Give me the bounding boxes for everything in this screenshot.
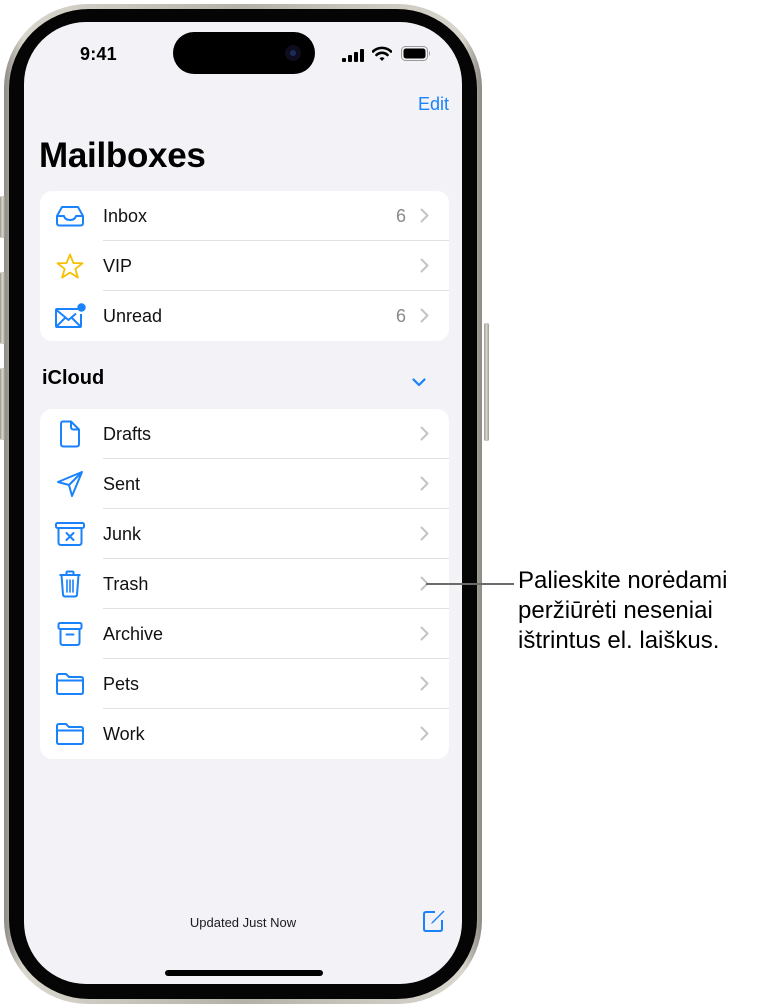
unread-envelope-icon [54, 302, 86, 330]
action-button [0, 196, 5, 238]
folder-icon [54, 720, 86, 748]
battery-icon [401, 46, 430, 61]
chevron-right-icon [420, 208, 429, 223]
update-status: Updated Just Now [189, 915, 297, 930]
paperplane-icon [54, 470, 86, 498]
mailbox-label: Inbox [103, 205, 148, 226]
document-icon [54, 420, 86, 448]
unread-count: 6 [395, 205, 406, 226]
unread-count: 6 [395, 305, 406, 326]
callout-text: Palieskite norėdami peržiūrėti neseniai … [518, 566, 727, 656]
star-icon [54, 252, 86, 280]
icloud-section-header[interactable]: iCloud [42, 367, 104, 390]
dynamic-island [173, 32, 315, 74]
mailbox-label: Unread [103, 305, 163, 326]
volume-up-button [0, 272, 5, 344]
mailbox-row-vip[interactable]: VIP [40, 241, 449, 291]
mailbox-label: Junk [103, 523, 142, 544]
folder-icon [54, 670, 86, 698]
mailbox-label: Work [103, 723, 145, 744]
status-time: 9:41 [80, 44, 117, 64]
junk-bin-icon [54, 520, 86, 548]
compose-icon[interactable] [422, 909, 446, 933]
chevron-right-icon [420, 526, 429, 541]
mailbox-row-inbox[interactable]: Inbox 6 [40, 191, 449, 241]
chevron-right-icon [420, 626, 429, 641]
chevron-right-icon [420, 308, 429, 323]
mailbox-row-junk[interactable]: Junk [40, 509, 449, 559]
camera-icon [285, 45, 301, 61]
tray-icon [54, 202, 86, 230]
chevron-down-icon[interactable] [412, 378, 426, 387]
chevron-right-icon [420, 476, 429, 491]
main-mailboxes-group: Inbox 6 VIP Unread 6 [40, 191, 449, 341]
callout-line: peržiūrėti neseniai [518, 597, 713, 624]
mailbox-row-trash[interactable]: Trash [40, 559, 449, 609]
mailbox-label: Archive [103, 623, 164, 644]
chevron-right-icon [420, 258, 429, 273]
volume-down-button [0, 368, 5, 440]
chevron-right-icon [420, 676, 429, 691]
mailbox-label: VIP [103, 255, 133, 276]
mailbox-label: Trash [103, 573, 149, 594]
mailbox-row-pets[interactable]: Pets [40, 659, 449, 709]
mailbox-label: Drafts [103, 423, 152, 444]
mailbox-label: Sent [103, 473, 141, 494]
icloud-mailboxes-group: Drafts Sent Junk Trash Archive Pets Work [40, 409, 449, 759]
callout-line: ištrintus el. laiškus. [518, 627, 720, 654]
screen: 9:41 Edit Mailboxes Inbox 6 VIP Unread 6… [24, 22, 462, 984]
cellular-signal-icon [342, 49, 364, 62]
side-button [484, 323, 489, 441]
status-bar: 9:41 [24, 22, 462, 86]
wifi-icon [372, 46, 392, 61]
page-title: Mailboxes [39, 136, 206, 175]
trash-icon [54, 570, 86, 598]
callout-leader-line [426, 583, 514, 585]
archive-box-icon [54, 620, 86, 648]
mailbox-row-unread[interactable]: Unread 6 [40, 291, 449, 341]
home-indicator[interactable] [165, 970, 323, 976]
mailbox-row-work[interactable]: Work [40, 709, 449, 759]
mailbox-row-sent[interactable]: Sent [40, 459, 449, 509]
callout-line: Palieskite norėdami [518, 567, 728, 594]
chevron-right-icon [420, 726, 429, 741]
mailbox-row-archive[interactable]: Archive [40, 609, 449, 659]
chevron-right-icon [420, 426, 429, 441]
mailbox-label: Pets [103, 673, 140, 694]
mailbox-row-drafts[interactable]: Drafts [40, 409, 449, 459]
edit-button[interactable]: Edit [418, 94, 449, 115]
